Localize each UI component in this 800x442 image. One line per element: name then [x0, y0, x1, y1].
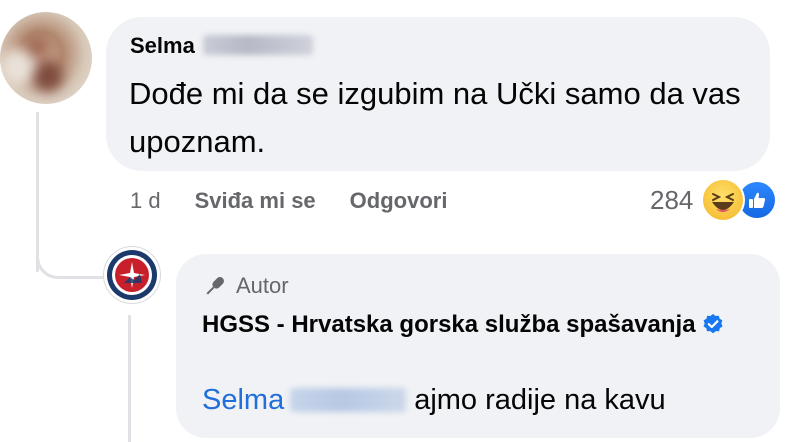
blurred-mention-surname — [290, 388, 407, 412]
comment-actions: 1 d Sviđa mi se Odgovori — [130, 183, 447, 219]
author-badge: Autor — [202, 272, 289, 300]
reply-connector-line — [128, 315, 131, 442]
reaction-count: 284 — [650, 184, 694, 215]
blurred-surname — [202, 35, 313, 55]
thread-connector-curve — [36, 238, 103, 279]
like-button[interactable]: Sviđa mi se — [195, 188, 316, 214]
comment-author-first-name[interactable]: Selma — [130, 33, 195, 58]
avatar-hgss[interactable] — [103, 246, 161, 304]
reply-button[interactable]: Odgovori — [350, 188, 448, 214]
mention-link[interactable]: Selma — [202, 384, 414, 416]
comment-timestamp[interactable]: 1 d — [130, 188, 161, 214]
author-badge-label: Autor — [236, 273, 289, 298]
comment-text: Dođe mi da se izgubim na Učki samo da va… — [129, 76, 741, 159]
reply-text: ajmo radije na kavu — [414, 384, 666, 416]
microphone-icon — [206, 277, 224, 295]
verified-badge-icon — [702, 311, 724, 345]
mention-first-name[interactable]: Selma — [202, 384, 284, 416]
reply-author-name[interactable]: HGSS - Hrvatska gorska služba spašavanja — [202, 311, 696, 338]
reactions-summary[interactable]: 284 — [650, 178, 778, 222]
reply-text-row: Selma ajmo radije na kavu — [202, 380, 762, 420]
avatar-selma[interactable] — [0, 12, 92, 104]
comment-author[interactable]: Selma — [130, 33, 313, 59]
reply-author[interactable]: HGSS - Hrvatska gorska služba spašavanja — [202, 308, 762, 345]
haha-emoji-icon — [701, 178, 746, 222]
